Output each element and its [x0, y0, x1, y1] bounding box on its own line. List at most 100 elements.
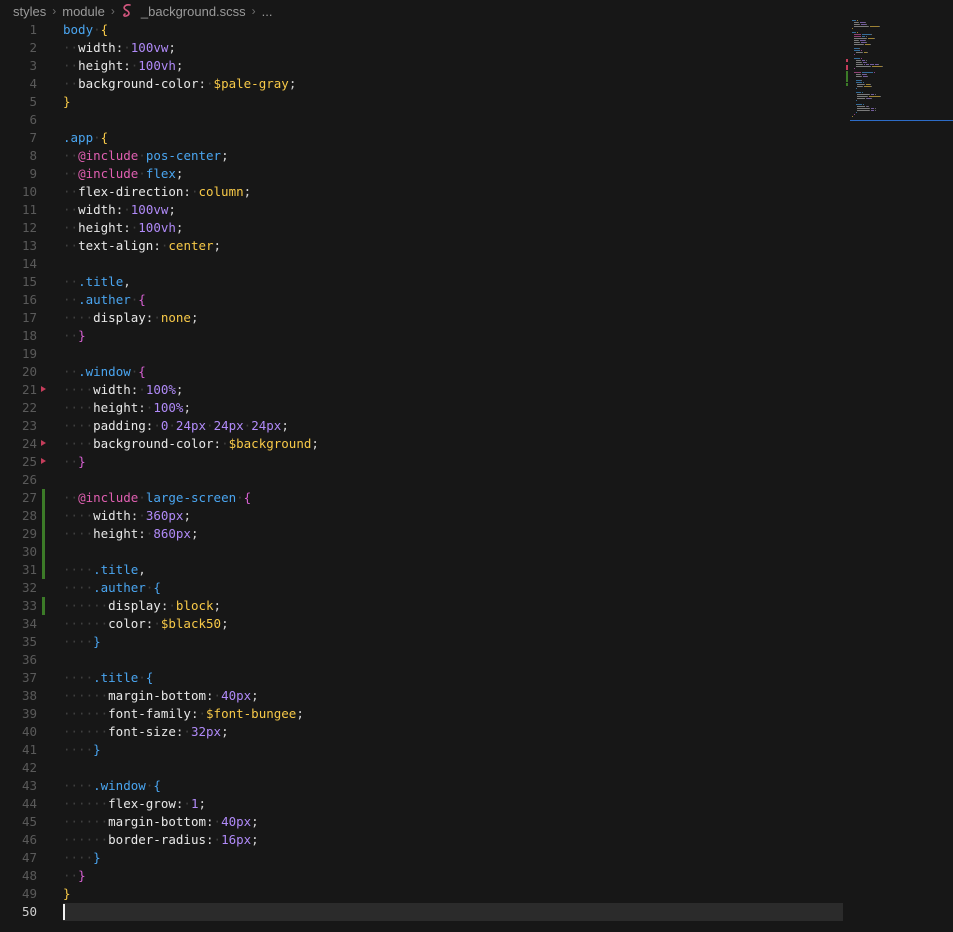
added-line-marker[interactable]: [42, 507, 45, 525]
code-line[interactable]: 10 ··flex-direction:·column;: [0, 183, 843, 201]
line-number[interactable]: 44: [0, 795, 37, 813]
line-number[interactable]: 34: [0, 615, 37, 633]
line-number[interactable]: 47: [0, 849, 37, 867]
code-line[interactable]: 31 ····.title,: [0, 561, 843, 579]
code-line[interactable]: 42: [0, 759, 843, 777]
code-line[interactable]: 48 ··}: [0, 867, 843, 885]
code-line[interactable]: 21 ····width:·100%;: [0, 381, 843, 399]
line-number[interactable]: 11: [0, 201, 37, 219]
code-editor[interactable]: 1 body·{2 ··width:·100vw; 3 ··height:·100vh;…: [0, 21, 843, 921]
line-number[interactable]: 21: [0, 381, 37, 399]
code-line[interactable]: 1 body·{: [0, 21, 843, 39]
code-line[interactable]: 33 ······display:·block;: [0, 597, 843, 615]
code-line[interactable]: 27 ··@include·large-screen·{: [0, 489, 843, 507]
line-number[interactable]: 48: [0, 867, 37, 885]
code-line[interactable]: 26: [0, 471, 843, 489]
code-line[interactable]: 43 ····.window·{: [0, 777, 843, 795]
line-number[interactable]: 29: [0, 525, 37, 543]
code-line[interactable]: 25 ··}: [0, 453, 843, 471]
code-line[interactable]: 18 ··}: [0, 327, 843, 345]
minimap[interactable]: [846, 18, 953, 123]
added-line-marker[interactable]: [42, 525, 45, 543]
code-line[interactable]: 20 ··.window·{: [0, 363, 843, 381]
line-number[interactable]: 13: [0, 237, 37, 255]
line-number[interactable]: 10: [0, 183, 37, 201]
breadcrumb-ellipsis[interactable]: ...: [262, 4, 273, 19]
line-number[interactable]: 27: [0, 489, 37, 507]
code-line[interactable]: 50: [0, 903, 843, 921]
code-line[interactable]: 4 ··background-color:·$pale-gray;: [0, 75, 843, 93]
line-number[interactable]: 5: [0, 93, 37, 111]
line-number[interactable]: 37: [0, 669, 37, 687]
code-line[interactable]: 49}: [0, 885, 843, 903]
code-line[interactable]: 40 ······font-size:·32px;: [0, 723, 843, 741]
code-line[interactable]: 32 ····.auther·{: [0, 579, 843, 597]
code-line[interactable]: 36: [0, 651, 843, 669]
line-number[interactable]: 24: [0, 435, 37, 453]
added-line-marker[interactable]: [42, 543, 45, 561]
line-number[interactable]: 2: [0, 39, 37, 57]
breadcrumb-file[interactable]: _background.scss: [141, 4, 246, 19]
code-line[interactable]: 16 ··.auther·{: [0, 291, 843, 309]
code-line[interactable]: 12 ··height:·100vh;: [0, 219, 843, 237]
code-line[interactable]: 2 ··width:·100vw;: [0, 39, 843, 57]
code-line[interactable]: 23 ····padding:·0·24px·24px·24px;: [0, 417, 843, 435]
deleted-line-marker[interactable]: [40, 435, 48, 453]
code-line[interactable]: 44 ······flex-grow:·1;: [0, 795, 843, 813]
code-line[interactable]: 15 ··.title,: [0, 273, 843, 291]
code-line[interactable]: 17 ····display:·none;: [0, 309, 843, 327]
code-line[interactable]: 5}: [0, 93, 843, 111]
line-number[interactable]: 16: [0, 291, 37, 309]
line-number[interactable]: 50: [0, 903, 37, 921]
code-line[interactable]: 28 ····width:·360px;: [0, 507, 843, 525]
code-line[interactable]: 7 .app·{: [0, 129, 843, 147]
line-number[interactable]: 1: [0, 21, 37, 39]
code-line[interactable]: 39 ······font-family:·$font-bungee;: [0, 705, 843, 723]
line-number[interactable]: 35: [0, 633, 37, 651]
code-line[interactable]: 35 ····}: [0, 633, 843, 651]
line-number[interactable]: 25: [0, 453, 37, 471]
line-number[interactable]: 26: [0, 471, 37, 489]
line-number[interactable]: 15: [0, 273, 37, 291]
line-number[interactable]: 36: [0, 651, 37, 669]
code-line[interactable]: 24 ····background-color:·$background;: [0, 435, 843, 453]
line-number[interactable]: 23: [0, 417, 37, 435]
line-number[interactable]: 42: [0, 759, 37, 777]
code-line[interactable]: 41 ····}: [0, 741, 843, 759]
code-line[interactable]: 47 ····}: [0, 849, 843, 867]
code-line[interactable]: 45 ······margin-bottom:·40px;: [0, 813, 843, 831]
code-line[interactable]: 19: [0, 345, 843, 363]
line-number[interactable]: 40: [0, 723, 37, 741]
line-number[interactable]: 9: [0, 165, 37, 183]
line-number[interactable]: 39: [0, 705, 37, 723]
code-line[interactable]: 11 ··width:·100vw;: [0, 201, 843, 219]
line-number[interactable]: 43: [0, 777, 37, 795]
code-line[interactable]: 30: [0, 543, 843, 561]
code-line[interactable]: 37 ····.title·{: [0, 669, 843, 687]
line-number[interactable]: 18: [0, 327, 37, 345]
line-number[interactable]: 38: [0, 687, 37, 705]
line-number[interactable]: 49: [0, 885, 37, 903]
code-line[interactable]: 14: [0, 255, 843, 273]
code-line[interactable]: 3 ··height:·100vh;: [0, 57, 843, 75]
line-number[interactable]: 8: [0, 147, 37, 165]
breadcrumb-item-styles[interactable]: styles: [13, 4, 46, 19]
line-number[interactable]: 17: [0, 309, 37, 327]
line-number[interactable]: 33: [0, 597, 37, 615]
deleted-line-marker[interactable]: [40, 453, 48, 471]
line-number[interactable]: 12: [0, 219, 37, 237]
line-number[interactable]: 6: [0, 111, 37, 129]
line-number[interactable]: 20: [0, 363, 37, 381]
line-number[interactable]: 46: [0, 831, 37, 849]
deleted-line-marker[interactable]: [40, 381, 48, 399]
line-number[interactable]: 3: [0, 57, 37, 75]
added-line-marker[interactable]: [42, 561, 45, 579]
code-line[interactable]: 34 ······color:·$black50;: [0, 615, 843, 633]
line-number[interactable]: 41: [0, 741, 37, 759]
line-number[interactable]: 22: [0, 399, 37, 417]
line-number[interactable]: 28: [0, 507, 37, 525]
line-number[interactable]: 7: [0, 129, 37, 147]
added-line-marker[interactable]: [42, 597, 45, 615]
code-line[interactable]: 29 ····height:·860px;: [0, 525, 843, 543]
code-line[interactable]: 13 ··text-align:·center;: [0, 237, 843, 255]
